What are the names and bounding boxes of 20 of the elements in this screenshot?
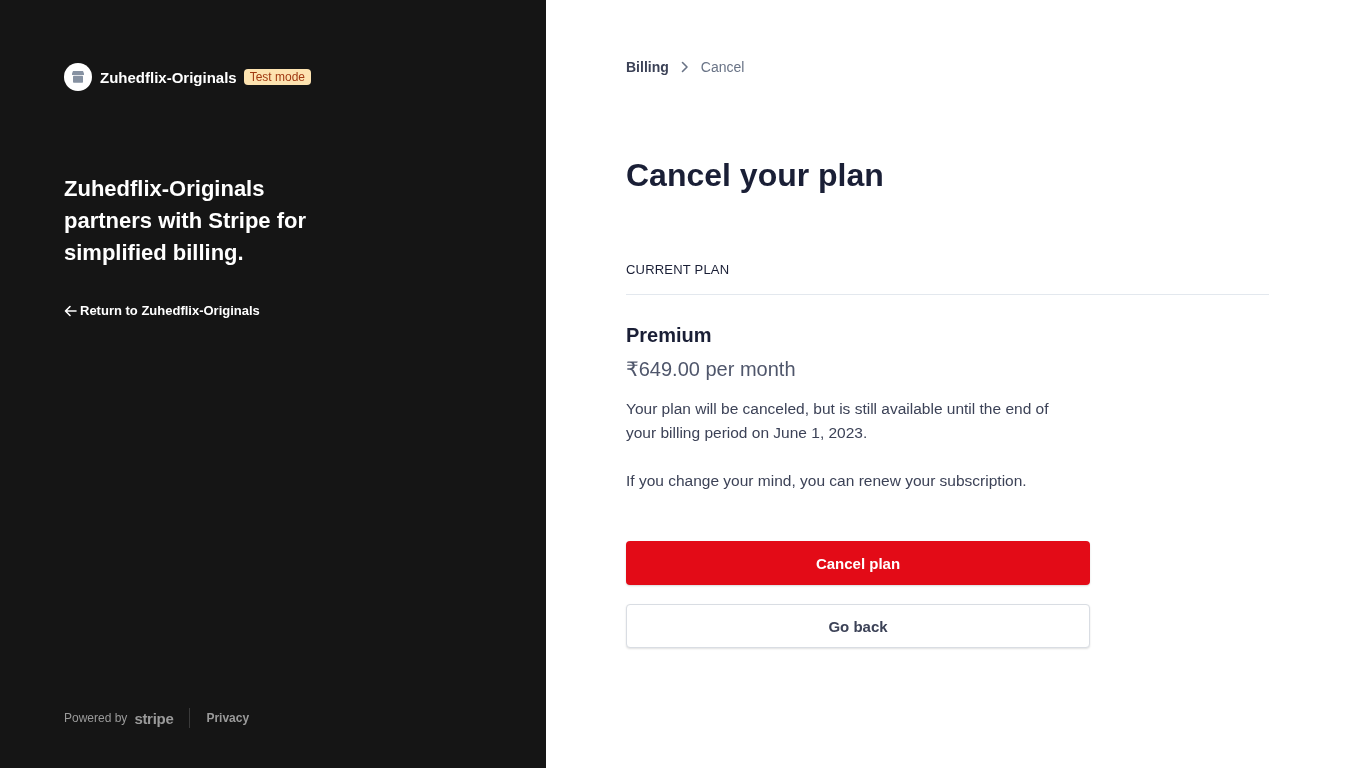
plan-name: Premium	[626, 324, 713, 347]
powered-by-text: Powered by	[64, 711, 128, 725]
page-title: Cancel your plan	[626, 156, 885, 195]
section-label: CURRENT PLAN	[626, 262, 1269, 295]
plan-price: ₹649.00 per month	[626, 357, 797, 381]
info-text: If you change your mind, you can renew your subscription.	[626, 471, 1028, 491]
breadcrumb-link[interactable]: Billing	[626, 59, 669, 75]
go-back-button[interactable]: Go back	[626, 604, 1090, 648]
stripe-logo: stripe	[134, 709, 174, 727]
privacy-link[interactable]: Privacy	[206, 711, 250, 725]
tagline: Zuhedflix-Originals partners with Stripe for simplified billing.	[64, 175, 308, 267]
brand-name: Zuhedflix-Originals	[100, 68, 237, 86]
cancel-plan-button[interactable]: Cancel plan	[626, 541, 1090, 585]
info-text: Your plan will be canceled, but is still available until the end of your billing period on June 1, 2023.	[626, 399, 1050, 443]
return-link[interactable]: Return to Zuhedflix-Originals	[64, 303, 260, 318]
test-mode-badge: Test mode	[243, 69, 312, 85]
chevron-right-icon	[680, 61, 689, 73]
store-logo-icon	[64, 63, 92, 91]
breadcrumb-link[interactable]: Cancel	[700, 59, 745, 75]
arrow-left-icon	[64, 304, 77, 317]
